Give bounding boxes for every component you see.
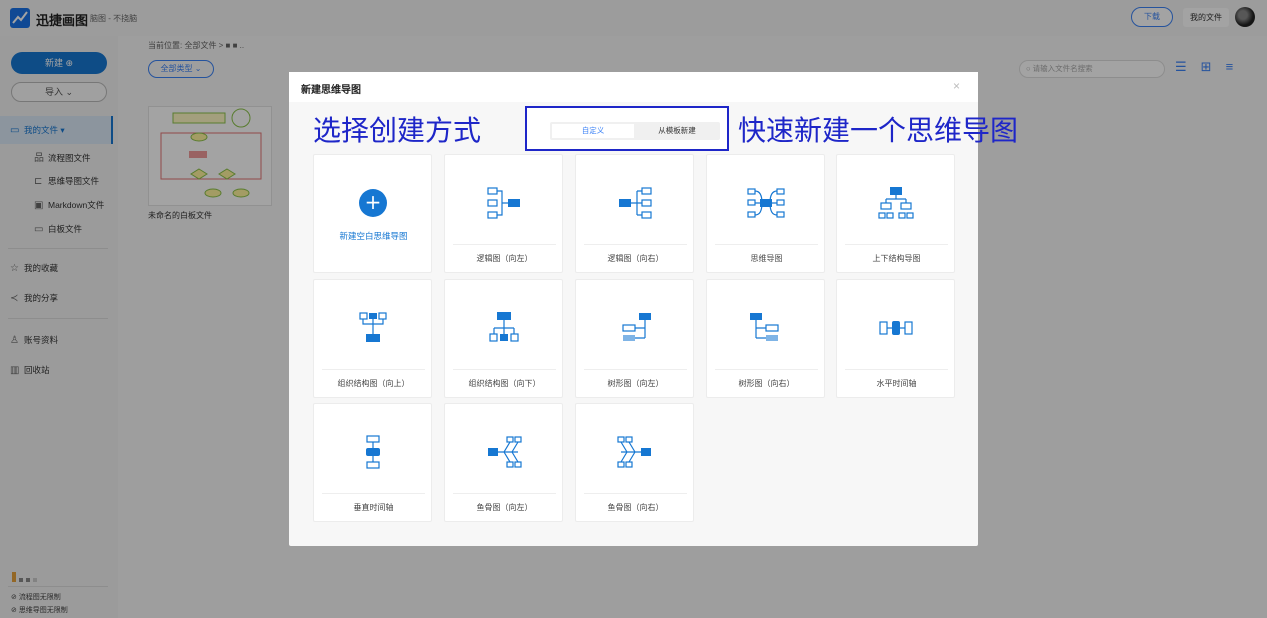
- tab-custom[interactable]: 自定义: [552, 124, 634, 138]
- card-divider: [453, 493, 556, 494]
- card-divider: [845, 244, 948, 245]
- close-icon[interactable]: ×: [953, 79, 960, 93]
- template-label: 鱼骨图（向右）: [607, 503, 664, 512]
- template-label: 组织结构图（向上）: [337, 379, 410, 388]
- annotation-quick-new: 快速新建一个思维导图: [738, 114, 1019, 147]
- card-divider: [584, 369, 687, 370]
- new-blank-label: 新建空白思维导图: [339, 231, 408, 241]
- template-card-mindmap[interactable]: 思维导图: [706, 154, 825, 273]
- template-label: 水平时间轴: [876, 379, 917, 388]
- template-card-logic-right[interactable]: 逻辑图（向右）: [575, 154, 694, 273]
- creation-mode-toggle: 自定义 从模板新建: [550, 122, 720, 140]
- template-card-h-timeline[interactable]: 水平时间轴: [836, 279, 955, 398]
- topdown-icon: [876, 185, 916, 221]
- template-card-topdown[interactable]: 上下结构导图: [836, 154, 955, 273]
- plus-icon: +: [359, 189, 387, 217]
- dialog-header: 新建思维导图 ×: [289, 72, 978, 102]
- card-divider: [584, 493, 687, 494]
- template-label: 垂直时间轴: [353, 503, 394, 512]
- template-label: 鱼骨图（向左）: [476, 503, 533, 512]
- org-down-icon: [484, 310, 524, 346]
- logic-right-icon: [615, 185, 655, 221]
- card-divider: [715, 244, 818, 245]
- card-divider: [322, 493, 425, 494]
- template-label: 逻辑图（向右）: [607, 254, 664, 263]
- template-card-tree-left[interactable]: 树形图（向左）: [575, 279, 694, 398]
- fishbone-left-icon: [484, 434, 524, 470]
- card-divider: [715, 369, 818, 370]
- annotation-choose-method: 选择创建方式: [313, 114, 482, 147]
- creation-mode-box: 自定义 从模板新建: [525, 106, 729, 151]
- template-label: 思维导图: [750, 254, 783, 263]
- logic-left-icon: [484, 185, 524, 221]
- card-divider: [845, 369, 948, 370]
- template-label: 逻辑图（向左）: [476, 254, 533, 263]
- tab-from-template[interactable]: 从模板新建: [636, 124, 718, 138]
- org-up-icon: [353, 310, 393, 346]
- template-label: 树形图（向右）: [738, 379, 795, 388]
- card-divider: [584, 244, 687, 245]
- template-card-v-timeline[interactable]: 垂直时间轴: [313, 403, 432, 522]
- mindmap-icon: [746, 185, 786, 221]
- card-divider: [453, 244, 556, 245]
- template-card-org-down[interactable]: 组织结构图（向下）: [444, 279, 563, 398]
- template-card-fish-right[interactable]: 鱼骨图（向右）: [575, 403, 694, 522]
- v-timeline-icon: [353, 434, 393, 470]
- new-blank-card[interactable]: + 新建空白思维导图: [313, 154, 432, 273]
- dialog-title: 新建思维导图: [301, 85, 361, 96]
- template-card-org-up[interactable]: 组织结构图（向上）: [313, 279, 432, 398]
- h-timeline-icon: [876, 310, 916, 346]
- template-card-fish-left[interactable]: 鱼骨图（向左）: [444, 403, 563, 522]
- fishbone-right-icon: [615, 434, 655, 470]
- tree-left-icon: [615, 310, 655, 346]
- template-card-logic-left[interactable]: 逻辑图（向左）: [444, 154, 563, 273]
- card-divider: [322, 369, 425, 370]
- card-divider: [453, 369, 556, 370]
- template-card-tree-right[interactable]: 树形图（向右）: [706, 279, 825, 398]
- template-label: 树形图（向左）: [607, 379, 664, 388]
- template-label: 上下结构导图: [872, 254, 921, 263]
- template-label: 组织结构图（向下）: [468, 379, 541, 388]
- tree-right-icon: [746, 310, 786, 346]
